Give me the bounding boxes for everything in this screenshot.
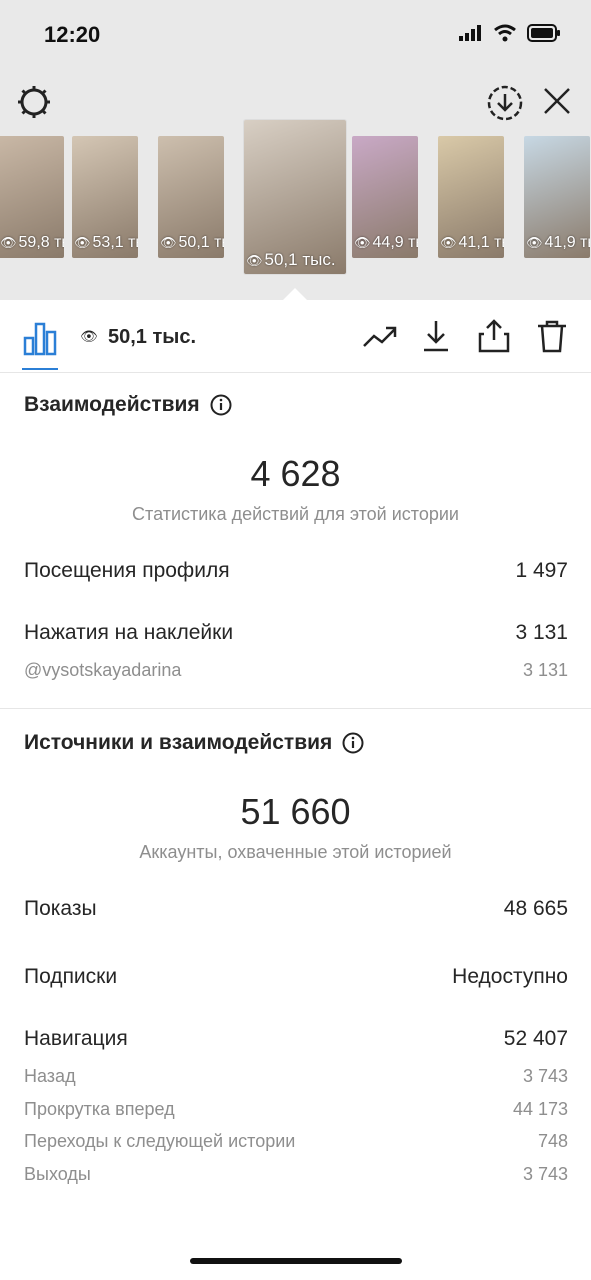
insights-toolbar: 👁 50,1 тыс. (0, 300, 591, 373)
stat-value: 1 497 (515, 559, 568, 582)
view-count: 50,1 тыс. (108, 326, 197, 348)
stat-sublabel: Назад (24, 1066, 76, 1086)
signal-icon (459, 25, 481, 41)
eye-icon: 👁 (74, 235, 91, 250)
close-icon[interactable] (540, 84, 574, 118)
info-icon[interactable] (342, 732, 364, 754)
story-thumbnail[interactable]: 👁41,9 тыс. (524, 136, 590, 258)
stat-row: Показы 48 665 (24, 897, 568, 921)
thumbnail-views: 👁53,1 тыс. (74, 234, 138, 251)
active-tab-underline (22, 368, 58, 370)
eye-icon: 👁 (80, 328, 98, 344)
thumbnail-views: 👁41,9 тыс. (526, 234, 590, 251)
status-time: 12:20 (44, 22, 101, 47)
thumbnail-views: 👁50,1 тыс. (160, 234, 224, 251)
stat-value: Недоступно (452, 965, 568, 988)
stat-subrow: Прокрутка вперед 44 173 (24, 1099, 568, 1120)
stat-subvalue: 748 (537, 1131, 568, 1151)
stat-sublabel: Переходы к следующей истории (24, 1131, 296, 1151)
story-thumbnail[interactable]: 👁59,8 тыс. (0, 136, 64, 258)
story-thumbnail[interactable]: 👁41,1 тыс. (438, 136, 504, 258)
section-divider (0, 708, 591, 709)
interactions-title: Взаимодействия (24, 393, 232, 417)
insights-bar-chart-icon[interactable] (22, 320, 58, 356)
stat-label: Посещения профиля (24, 559, 230, 582)
selected-pointer (283, 288, 307, 300)
home-indicator[interactable] (190, 1258, 402, 1264)
stat-subvalue: 3 131 (522, 660, 568, 680)
stat-value: 48 665 (503, 897, 568, 920)
share-icon[interactable] (476, 318, 512, 354)
story-thumbnail[interactable]: 👁53,1 тыс. (72, 136, 138, 258)
top-area: 12:20 👁 59,8 т 👁 53,1 т 👁 50,1 т 👁 50,1 … (0, 0, 591, 300)
story-thumbnails: 👁59,8 тыс. 👁53,1 тыс. 👁50,1 тыс. 👁50,1 т… (0, 120, 591, 276)
story-thumbnail[interactable]: 👁44,9 тыс. (352, 136, 418, 258)
status-icons (459, 24, 561, 42)
stat-row: Подписки Недоступно (24, 965, 568, 989)
stat-value: 3 131 (515, 621, 568, 644)
eye-icon: 👁 (0, 235, 17, 250)
thumbnail-views: 👁44,9 тыс. (354, 234, 418, 251)
info-icon[interactable] (210, 394, 232, 416)
eye-icon: 👁 (160, 235, 177, 250)
stat-row: Навигация 52 407 (24, 1027, 568, 1051)
stat-sublabel: @vysotskayadarina (24, 660, 182, 680)
stat-subvalue: 3 743 (522, 1066, 568, 1086)
eye-icon: 👁 (354, 235, 371, 250)
interactions-total: 4 628 (250, 453, 341, 494)
eye-icon: 👁 (246, 253, 263, 268)
story-thumbnail[interactable]: 👁50,1 тыс. (158, 136, 224, 258)
stat-subrow: Назад 3 743 (24, 1066, 568, 1087)
stat-subvalue: 3 743 (522, 1164, 568, 1184)
battery-icon (527, 24, 560, 42)
discovery-total: 51 660 (240, 791, 351, 832)
thumbnail-views: 👁59,8 тыс. (0, 234, 64, 251)
delete-trash-icon[interactable] (534, 318, 570, 354)
stat-row: Посещения профиля 1 497 (24, 559, 568, 583)
stat-sublabel: Прокрутка вперед (24, 1099, 175, 1119)
discovery-caption: Аккаунты, охваченные этой историей (139, 842, 452, 862)
discovery-title: Источники и взаимодействия (24, 731, 364, 755)
stat-subvalue: 44 173 (512, 1099, 568, 1119)
thumbnail-views: 👁50,1 тыс. (246, 250, 336, 269)
stat-subrow: @vysotskayadarina 3 131 (24, 660, 568, 681)
stat-label: Нажатия на наклейки (24, 621, 234, 644)
interactions-caption: Статистика действий для этой истории (132, 504, 459, 524)
thumbnail-views: 👁41,1 тыс. (440, 234, 504, 251)
stat-label: Показы (24, 897, 97, 920)
eye-icon: 👁 (526, 235, 543, 250)
download-icon[interactable] (418, 318, 454, 354)
stat-label: Подписки (24, 965, 118, 988)
settings-gear-icon[interactable] (16, 84, 52, 120)
promote-trend-icon[interactable] (362, 318, 398, 354)
stat-value: 52 407 (503, 1027, 568, 1050)
stat-sublabel: Выходы (24, 1164, 91, 1184)
save-story-icon[interactable] (486, 84, 524, 122)
wifi-icon (494, 24, 516, 42)
stat-label: Навигация (24, 1027, 128, 1050)
eye-icon: 👁 (440, 235, 457, 250)
story-thumbnail-selected[interactable]: 👁 50,1 тыс. (244, 120, 346, 274)
stat-subrow: Выходы 3 743 (24, 1164, 568, 1185)
status-bar: 12:20 (0, 0, 591, 70)
stat-subrow: Переходы к следующей истории 748 (24, 1131, 568, 1152)
stat-row: Нажатия на наклейки 3 131 (24, 621, 568, 645)
